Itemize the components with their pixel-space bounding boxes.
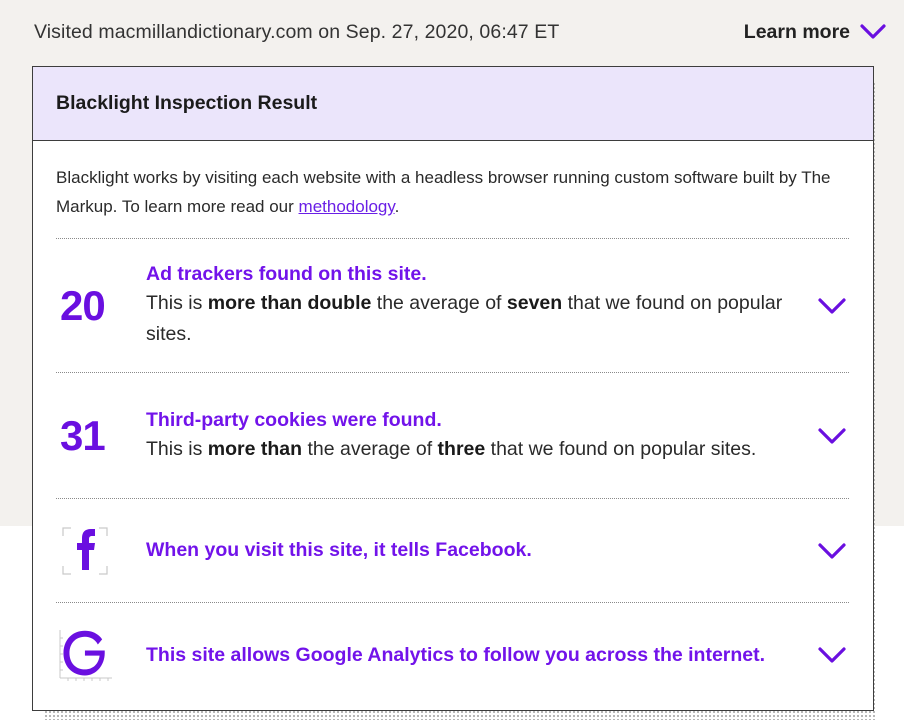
- visited-text: Visited macmillandictionary.com on Sep. …: [34, 20, 560, 43]
- inspection-result-card: Blacklight Inspection Result Blacklight …: [32, 66, 874, 711]
- chevron-down-icon[interactable]: [817, 427, 847, 445]
- finding-google-analytics[interactable]: This site allows Google Analytics to fol…: [56, 603, 849, 707]
- finding-title: Ad trackers found on this site.: [146, 263, 427, 285]
- desc-bold: three: [437, 437, 486, 460]
- learn-more-button[interactable]: Learn more: [744, 21, 886, 44]
- visited-bar: Visited macmillandictionary.com on Sep. …: [34, 14, 886, 50]
- ad-trackers-count: 20: [60, 281, 106, 329]
- chevron-down-icon: [860, 24, 886, 39]
- desc-part: This is: [146, 437, 208, 460]
- finding-third-party-cookies[interactable]: 31 Third-party cookies were found. This …: [56, 373, 849, 499]
- desc-part: This is: [146, 292, 208, 314]
- desc-bold: more than double: [207, 292, 372, 314]
- desc-bold: seven: [506, 292, 563, 314]
- google-analytics-icon: [56, 626, 114, 684]
- finding-body: This site allows Google Analytics to fol…: [146, 642, 849, 669]
- learn-more-label: Learn more: [743, 20, 850, 43]
- finding-icon-wrap: [56, 522, 146, 580]
- finding-body: Third-party cookies were found. This is …: [146, 407, 849, 465]
- desc-part: the average of: [302, 437, 438, 460]
- finding-number-wrap: 31: [56, 412, 146, 460]
- finding-body: Ad trackers found on this site. This is …: [146, 261, 849, 350]
- finding-title: This site allows Google Analytics to fol…: [146, 643, 766, 666]
- finding-title: When you visit this site, it tells Faceb…: [146, 539, 532, 561]
- methodology-link[interactable]: methodology: [299, 197, 395, 216]
- chevron-down-icon[interactable]: [817, 646, 847, 664]
- card-title: Blacklight Inspection Result: [56, 92, 318, 114]
- finding-body: When you visit this site, it tells Faceb…: [146, 537, 849, 564]
- chevron-down-icon[interactable]: [817, 297, 847, 315]
- finding-number-wrap: 20: [56, 282, 146, 330]
- finding-ad-trackers[interactable]: 20 Ad trackers found on this site. This …: [56, 239, 849, 373]
- intro-text: Blacklight works by visiting each websit…: [56, 163, 849, 239]
- desc-bold: more than: [207, 437, 303, 460]
- finding-description: This is more than the average of three t…: [146, 434, 789, 465]
- intro-text-after: .: [394, 197, 400, 216]
- card-header: Blacklight Inspection Result: [33, 67, 873, 141]
- finding-description: This is more than double the average of …: [146, 288, 789, 350]
- chevron-down-icon[interactable]: [817, 542, 847, 560]
- desc-part: the average of: [371, 292, 507, 314]
- intro-text-before: Blacklight works by visiting each websit…: [56, 168, 831, 216]
- facebook-icon: [56, 522, 114, 580]
- desc-part: that we found on popular sites.: [485, 437, 757, 460]
- finding-title: Third-party cookies were found.: [146, 408, 442, 431]
- finding-facebook[interactable]: When you visit this site, it tells Faceb…: [56, 499, 849, 603]
- cookies-count: 31: [60, 411, 106, 459]
- finding-icon-wrap: [56, 626, 146, 684]
